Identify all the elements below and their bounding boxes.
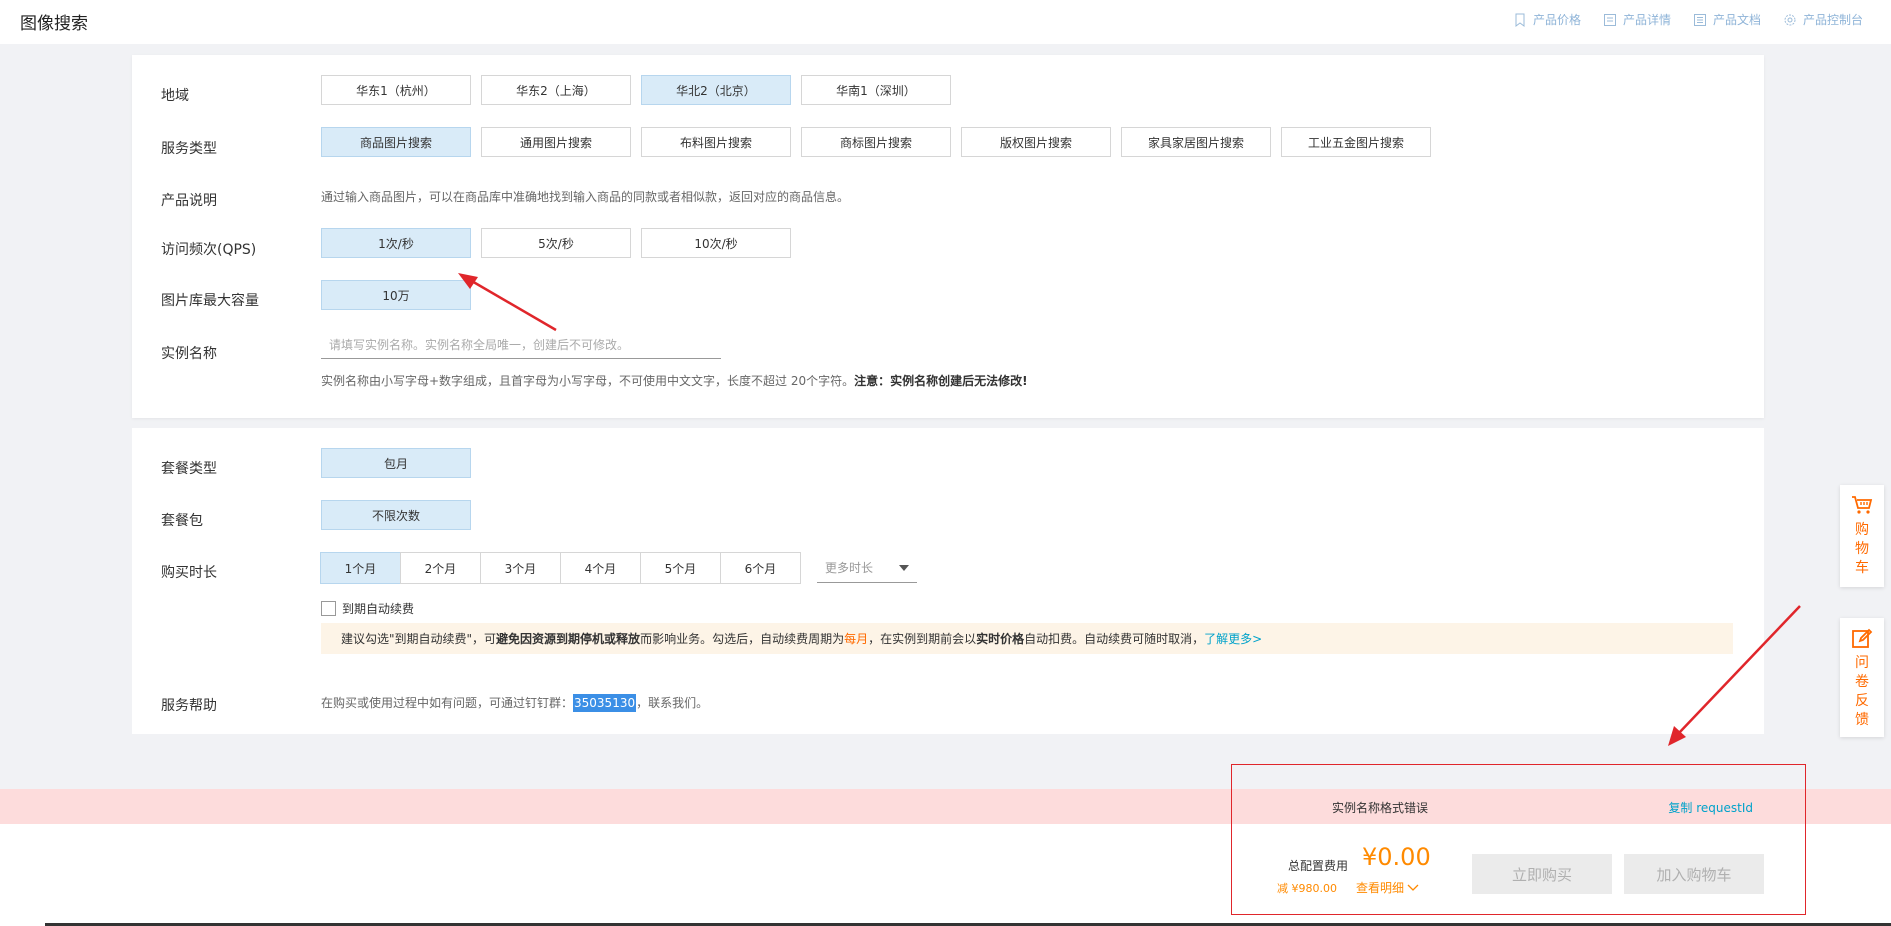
capacity-option-selected[interactable]: 10万 <box>321 280 471 310</box>
duration-option[interactable]: 3个月 <box>480 552 561 584</box>
auto-renew-checkbox[interactable] <box>321 601 336 616</box>
package-card: 套餐类型 包月 套餐包 不限次数 购买时长 1个月 2个月 3个月 4个月 5个… <box>132 428 1764 734</box>
instance-name-hint-warning: 注意：实例名称创建后无法修改! <box>854 374 1028 388</box>
qps-option[interactable]: 10次/秒 <box>641 228 791 258</box>
region-option[interactable]: 华南1（深圳） <box>801 75 951 105</box>
gear-icon <box>1784 14 1796 25</box>
feedback-widget[interactable]: 问卷反馈 <box>1840 618 1884 737</box>
nav-label: 产品控制台 <box>1802 13 1863 27</box>
region-label: 地域 <box>161 88 189 104</box>
service-type-options: 商品图片搜索 通用图片搜索 布料图片搜索 商标图片搜索 版权图片搜索 家具家居图… <box>321 127 1431 157</box>
service-type-option[interactable]: 通用图片搜索 <box>481 127 631 157</box>
tip-highlight: 每月 <box>844 632 869 646</box>
qps-option-selected[interactable]: 1次/秒 <box>321 228 471 258</box>
nav-product-detail[interactable]: 产品详情 <box>1603 11 1671 28</box>
tip-text: 自动扣费。自动续费可随时取消， <box>1024 632 1205 646</box>
duration-option[interactable]: 5个月 <box>640 552 721 584</box>
capacity-options: 10万 <box>321 280 471 310</box>
edit-icon <box>1852 628 1873 648</box>
qps-option[interactable]: 5次/秒 <box>481 228 631 258</box>
instance-name-label: 实例名称 <box>161 346 217 362</box>
duration-option-selected[interactable]: 1个月 <box>320 552 401 584</box>
product-desc-text: 通过输入商品图片，可以在商品库中准确地找到输入商品的同款或者相似款，返回对应的商… <box>321 190 850 204</box>
plan-pack-options: 不限次数 <box>321 500 471 530</box>
duration-option[interactable]: 4个月 <box>560 552 641 584</box>
service-type-label: 服务类型 <box>161 141 217 157</box>
duration-option[interactable]: 2个月 <box>400 552 481 584</box>
bookmark-icon <box>1515 13 1525 27</box>
duration-options: 1个月 2个月 3个月 4个月 5个月 6个月 <box>320 552 801 584</box>
service-type-option-selected[interactable]: 商品图片搜索 <box>321 127 471 157</box>
service-help-text: 在购买或使用过程中如有问题，可通过钉钉群：35035130，联系我们。 <box>321 694 709 712</box>
duration-option[interactable]: 6个月 <box>720 552 801 584</box>
instance-name-input[interactable] <box>321 331 721 359</box>
tip-bold: 实时价格 <box>976 632 1025 646</box>
feedback-label: 问卷反馈 <box>1855 655 1869 728</box>
region-option-selected[interactable]: 华北2（北京） <box>641 75 791 105</box>
service-type-option[interactable]: 工业五金图片搜索 <box>1281 127 1431 157</box>
document-icon <box>1603 13 1616 26</box>
auto-renew-label[interactable]: 到期自动续费 <box>342 600 414 617</box>
instance-name-hint: 实例名称由小写字母+数字组成，且首字母为小写字母，不可使用中文文字，长度不超过 … <box>321 372 1028 389</box>
nav-product-docs[interactable]: 产品文档 <box>1693 11 1761 28</box>
nav-label: 产品文档 <box>1712 13 1761 27</box>
product-desc-label: 产品说明 <box>161 193 217 209</box>
help-text: 在购买或使用过程中如有问题，可通过钉钉群： <box>321 696 574 710</box>
chevron-down-icon <box>899 564 909 571</box>
service-help-label: 服务帮助 <box>161 698 217 714</box>
nav-product-price[interactable]: 产品价格 <box>1513 11 1581 28</box>
dingtalk-group-id[interactable]: 35035130 <box>573 694 637 712</box>
config-card: 地域 华东1（杭州） 华东2（上海） 华北2（北京） 华南1（深圳） 服务类型 … <box>132 55 1764 418</box>
plan-type-option-selected[interactable]: 包月 <box>321 448 471 478</box>
auto-renew-row: 到期自动续费 <box>321 600 414 617</box>
more-duration-select[interactable]: 更多时长 <box>817 553 917 583</box>
service-type-option[interactable]: 家具家居图片搜索 <box>1121 127 1271 157</box>
shopping-cart-icon <box>1852 496 1873 514</box>
region-option[interactable]: 华东2（上海） <box>481 75 631 105</box>
top-nav: 产品价格 产品详情 产品文档 产品控制台 <box>1513 11 1863 28</box>
tip-text: ，在实例到期前会以 <box>868 632 977 646</box>
auto-renew-tip: 建议勾选"到期自动续费"，可 避免因资源到期停机或释放 而影响业务。勾选后，自动续费… <box>321 623 1733 654</box>
tip-text: 建议勾选"到期自动续费"，可 <box>341 632 497 646</box>
more-duration-label: 更多时长 <box>825 561 874 575</box>
cart-widget[interactable]: 购物车 <box>1840 485 1884 587</box>
plan-type-label: 套餐类型 <box>161 461 217 477</box>
qps-options: 1次/秒 5次/秒 10次/秒 <box>321 228 791 258</box>
list-document-icon <box>1693 13 1706 26</box>
service-type-option[interactable]: 版权图片搜索 <box>961 127 1111 157</box>
plan-pack-label: 套餐包 <box>161 513 203 529</box>
tip-bold: 避免因资源到期停机或释放 <box>496 632 641 646</box>
region-option[interactable]: 华东1（杭州） <box>321 75 471 105</box>
nav-label: 产品详情 <box>1622 13 1671 27</box>
tip-text: 而影响业务。勾选后，自动续费周期为 <box>640 632 845 646</box>
instance-name-hint-text: 实例名称由小写字母+数字组成，且首字母为小写字母，不可使用中文文字，长度不超过 … <box>321 374 855 388</box>
plan-type-options: 包月 <box>321 448 471 478</box>
service-type-option[interactable]: 商标图片搜索 <box>801 127 951 157</box>
learn-more-link[interactable]: 了解更多> <box>1204 630 1262 647</box>
cart-label: 购物车 <box>1855 522 1869 576</box>
help-text: ，联系我们。 <box>636 696 709 710</box>
nav-product-console[interactable]: 产品控制台 <box>1783 11 1863 28</box>
capacity-label: 图片库最大容量 <box>161 293 259 309</box>
qps-label: 访问频次(QPS) <box>161 242 257 258</box>
region-options: 华东1（杭州） 华东2（上海） 华北2（北京） 华南1（深圳） <box>321 75 951 105</box>
duration-label: 购买时长 <box>161 565 217 581</box>
top-bar: 图像搜索 产品价格 产品详情 产品文档 产品控制台 <box>0 0 1891 44</box>
service-type-option[interactable]: 布料图片搜索 <box>641 127 791 157</box>
plan-pack-option-selected[interactable]: 不限次数 <box>321 500 471 530</box>
page-title: 图像搜索 <box>20 14 88 34</box>
annotation-box <box>1231 764 1806 915</box>
nav-label: 产品价格 <box>1532 13 1581 27</box>
